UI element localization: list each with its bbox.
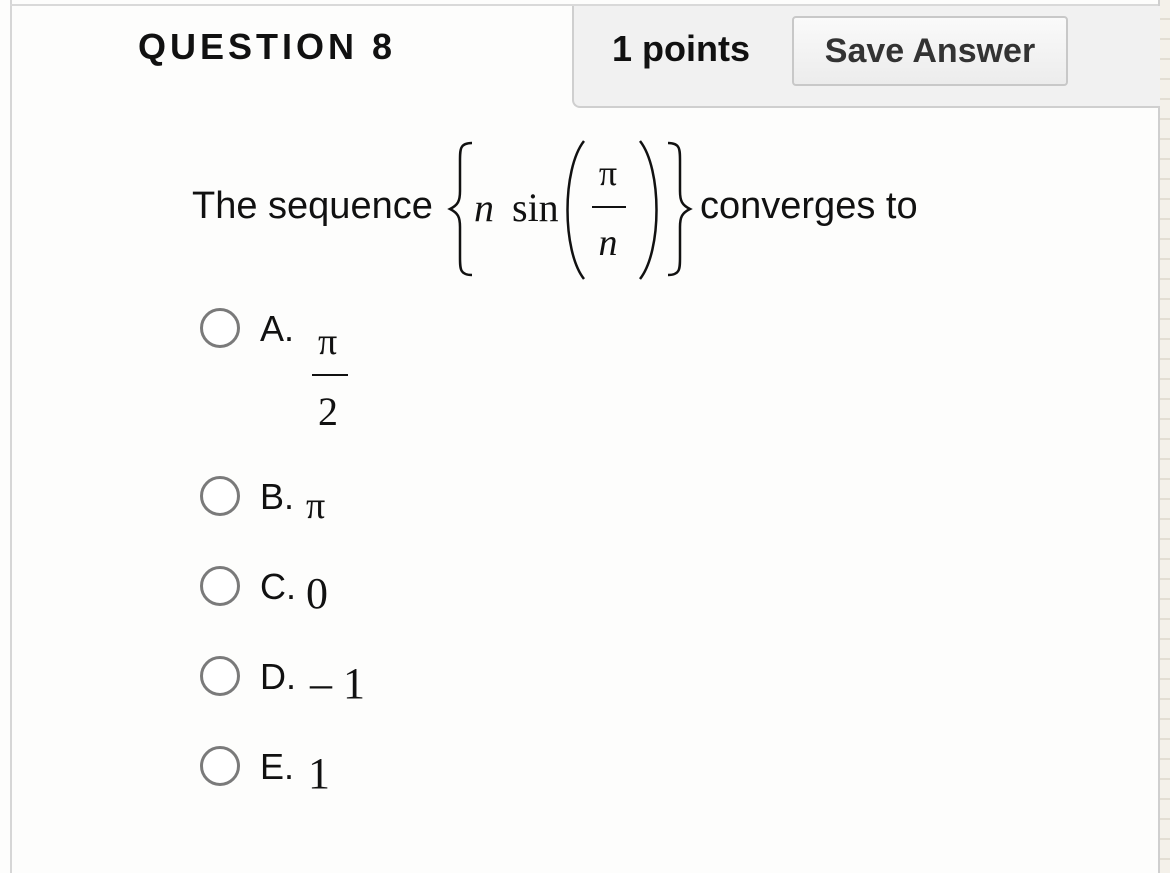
math-sin: sin (512, 185, 559, 230)
right-edge-strip (1158, 0, 1170, 873)
option-e-value: 1 (308, 749, 330, 798)
option-e: E. 1 (200, 746, 500, 802)
option-a: A. π 2 (200, 308, 500, 438)
points-panel: 1 points Save Answer (572, 6, 1160, 108)
question-page: QUESTION 8 1 points Save Answer The sequ… (0, 0, 1170, 873)
option-e-letter: E. (260, 746, 295, 787)
option-d: D. – 1 (200, 656, 500, 712)
option-c-value: 0 (306, 569, 328, 618)
frame-left-border (10, 0, 12, 873)
option-b: B. π (200, 476, 500, 527)
question-title: QUESTION 8 (138, 26, 397, 67)
points-label: 1 points (612, 28, 751, 69)
option-c-letter: C. (260, 566, 296, 607)
option-b-value: π (306, 485, 326, 527)
left-paren (566, 140, 585, 280)
option-a-radio[interactable] (200, 308, 240, 348)
option-a-fraction-bar (312, 374, 348, 376)
save-answer-button[interactable]: Save Answer (792, 16, 1068, 86)
stem-suffix: converges to (700, 185, 918, 227)
option-c: C. 0 (200, 566, 500, 622)
math-denominator: n (599, 222, 618, 264)
option-d-letter: D. (260, 656, 296, 697)
sequence-expression: n sin π n (447, 140, 693, 280)
math-numerator: π (599, 153, 617, 193)
option-c-radio[interactable] (200, 566, 240, 606)
question-stem: The sequence n sin π n converges to (192, 135, 952, 285)
stem-prefix: The sequence (192, 185, 433, 227)
option-a-letter: A. (260, 308, 295, 349)
math-n: n (474, 185, 494, 230)
left-brace (447, 141, 473, 277)
option-d-value: – 1 (310, 659, 365, 708)
option-d-radio[interactable] (200, 656, 240, 696)
option-e-radio[interactable] (200, 746, 240, 786)
option-a-numerator: π (318, 321, 338, 363)
option-b-radio[interactable] (200, 476, 240, 516)
right-brace (667, 141, 693, 277)
right-paren (639, 140, 658, 280)
option-a-denominator: 2 (318, 389, 338, 434)
option-b-letter: B. (260, 476, 295, 517)
